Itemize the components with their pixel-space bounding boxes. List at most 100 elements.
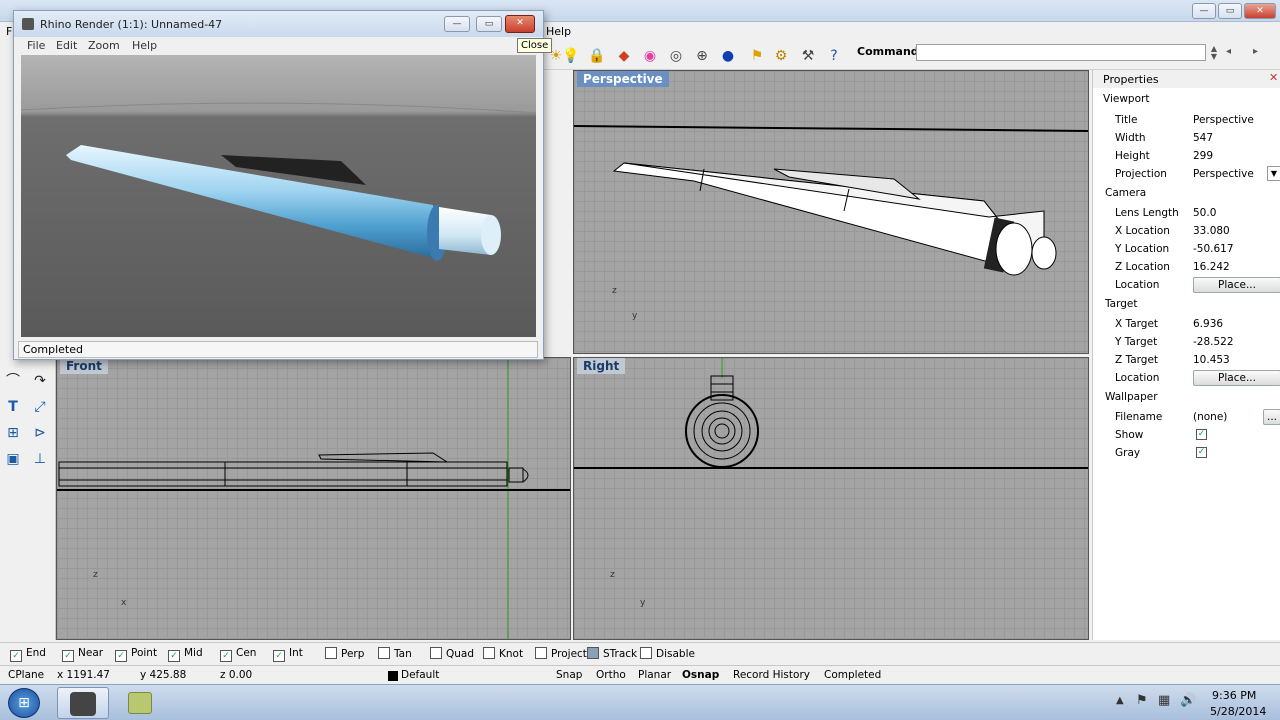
osnap-cen[interactable]: ✓ Cen: [220, 647, 256, 662]
command-scroll-left-icon[interactable]: ◂: [1226, 46, 1231, 57]
status-snap[interactable]: Snap: [556, 669, 582, 681]
osnap-project-checkbox[interactable]: [535, 647, 547, 659]
menu-help[interactable]: Help: [546, 25, 571, 38]
main-minimize-button[interactable]: —: [1192, 3, 1216, 19]
osnap-point-checkbox[interactable]: ✓: [115, 650, 127, 662]
settings-gear-icon[interactable]: ⚙: [771, 46, 791, 66]
prop-title-value[interactable]: Perspective: [1193, 114, 1254, 126]
render-menu-edit[interactable]: Edit: [56, 39, 77, 52]
taskbar-other-app[interactable]: [114, 687, 166, 719]
render-minimize-button[interactable]: —: [444, 16, 470, 32]
prop-xtarget-value[interactable]: 6.936: [1193, 318, 1223, 330]
color-wheel-icon[interactable]: ◉: [640, 46, 660, 66]
camera-place-button[interactable]: Place...: [1193, 277, 1280, 293]
render-menu-zoom[interactable]: Zoom: [88, 39, 120, 52]
array-icon[interactable]: ⊞: [2, 422, 24, 444]
help-icon[interactable]: ?: [824, 46, 844, 66]
osnap-tan-checkbox[interactable]: [378, 647, 390, 659]
sphere-grid-icon[interactable]: ⊕: [692, 46, 712, 66]
transform-icon[interactable]: ⤢: [29, 396, 51, 418]
osnap-disable[interactable]: Disable: [640, 647, 695, 660]
prop-height-value[interactable]: 299: [1193, 150, 1213, 162]
start-button[interactable]: ⊞: [8, 688, 40, 718]
prop-width-value[interactable]: 547: [1193, 132, 1213, 144]
prop-ztarget-value[interactable]: 10.453: [1193, 354, 1230, 366]
osnap-point[interactable]: ✓ Point: [115, 647, 157, 662]
prop-projection-select[interactable]: Perspective: [1193, 168, 1254, 180]
dimension-icon[interactable]: ⊳: [29, 422, 51, 444]
prop-xloc-value[interactable]: 33.080: [1193, 225, 1230, 237]
chevron-down-icon[interactable]: ▼: [1267, 166, 1280, 181]
volume-icon[interactable]: 🔊: [1180, 693, 1196, 708]
osnap-quad-checkbox[interactable]: [430, 647, 442, 659]
solid-box-icon[interactable]: ▣: [2, 448, 24, 470]
osnap-cen-checkbox[interactable]: ✓: [220, 650, 232, 662]
osnap-disable-checkbox[interactable]: [640, 647, 652, 659]
osnap-knot-checkbox[interactable]: [483, 647, 495, 659]
lightbulb-icon[interactable]: 💡: [561, 46, 581, 66]
osnap-project[interactable]: Project: [535, 647, 587, 660]
prop-yloc-value[interactable]: -50.617: [1193, 243, 1234, 255]
command-spin-icon[interactable]: ▲ ▼: [1208, 45, 1220, 61]
osnap-near-checkbox[interactable]: ✓: [62, 650, 74, 662]
osnap-strack-checkbox[interactable]: [587, 647, 599, 659]
gray-checkbox[interactable]: ✓: [1196, 447, 1207, 458]
osnap-mid[interactable]: ✓ Mid: [168, 647, 203, 662]
osnap-tan[interactable]: Tan: [378, 647, 412, 660]
mesh-tool-icon[interactable]: ⊥: [29, 448, 51, 470]
status-ortho[interactable]: Ortho: [596, 669, 626, 681]
osnap-strack[interactable]: STrack: [587, 647, 637, 660]
prop-ytarget-value[interactable]: -28.522: [1193, 336, 1234, 348]
osnap-knot[interactable]: Knot: [483, 647, 523, 660]
panel-close-icon[interactable]: ✕: [1269, 71, 1278, 84]
osnap-end[interactable]: ✓ End: [10, 647, 46, 662]
text-tool-icon[interactable]: T: [2, 396, 24, 418]
main-close-button[interactable]: ✕: [1244, 3, 1276, 19]
sphere-wire-icon[interactable]: ◎: [666, 46, 686, 66]
osnap-perp[interactable]: Perp: [325, 647, 364, 660]
osnap-mid-checkbox[interactable]: ✓: [168, 650, 180, 662]
render-maximize-button[interactable]: ▭: [476, 16, 502, 32]
wallpaper-browse-button[interactable]: ...: [1263, 409, 1280, 425]
tray-expand-icon[interactable]: ▲: [1116, 695, 1124, 706]
command-input[interactable]: [916, 44, 1206, 61]
command-scroll-right-icon[interactable]: ▸: [1253, 46, 1258, 57]
osnap-near[interactable]: ✓ Near: [62, 647, 103, 662]
render-close-button[interactable]: ✕: [505, 15, 535, 33]
status-layer[interactable]: Default: [401, 669, 439, 681]
osnap-int[interactable]: ✓ Int: [273, 647, 303, 662]
lock-icon[interactable]: 🔒: [587, 46, 607, 66]
osnap-quad[interactable]: Quad: [430, 647, 474, 660]
main-maximize-button[interactable]: ▭: [1218, 3, 1242, 19]
prop-zloc-value[interactable]: 16.242: [1193, 261, 1230, 273]
status-osnap[interactable]: Osnap: [682, 669, 719, 681]
front-viewport[interactable]: Front z x: [56, 357, 571, 640]
prop-lens-value[interactable]: 50.0: [1193, 207, 1216, 219]
prop-filename-value[interactable]: (none): [1193, 411, 1227, 423]
status-planar[interactable]: Planar: [638, 669, 671, 681]
taskbar-rhino-app[interactable]: [57, 687, 109, 719]
curve-arc-icon[interactable]: ⌒: [2, 370, 24, 392]
render-menu-help[interactable]: Help: [132, 39, 157, 52]
action-center-icon[interactable]: ⚑: [1136, 693, 1148, 708]
menu-file[interactable]: F: [6, 25, 12, 38]
osnap-int-checkbox[interactable]: ✓: [273, 650, 285, 662]
clock-time[interactable]: 9:36 PM: [1212, 689, 1256, 702]
fillet-curve-icon[interactable]: ↷: [29, 370, 51, 392]
flag-icon[interactable]: ⚑: [747, 46, 767, 66]
material-icon[interactable]: ◆: [614, 46, 634, 66]
clock-date[interactable]: 5/28/2014: [1210, 705, 1266, 718]
right-viewport[interactable]: Right z y: [573, 357, 1089, 640]
options-icon[interactable]: ⚒: [798, 46, 818, 66]
render-sphere-icon[interactable]: ●: [718, 46, 738, 66]
perspective-viewport[interactable]: Perspective z y: [573, 70, 1089, 354]
osnap-perp-checkbox[interactable]: [325, 647, 337, 659]
render-menu-file[interactable]: File: [27, 39, 45, 52]
show-checkbox[interactable]: ✓: [1196, 429, 1207, 440]
network-icon[interactable]: ▦: [1158, 693, 1170, 708]
render-title-bar[interactable]: Rhino Render (1:1): Unnamed-47 — ▭ ✕: [14, 11, 543, 37]
status-cplane[interactable]: CPlane: [8, 669, 44, 681]
status-record-history[interactable]: Record History: [733, 669, 810, 681]
target-place-button[interactable]: Place...: [1193, 370, 1280, 386]
osnap-end-checkbox[interactable]: ✓: [10, 650, 22, 662]
